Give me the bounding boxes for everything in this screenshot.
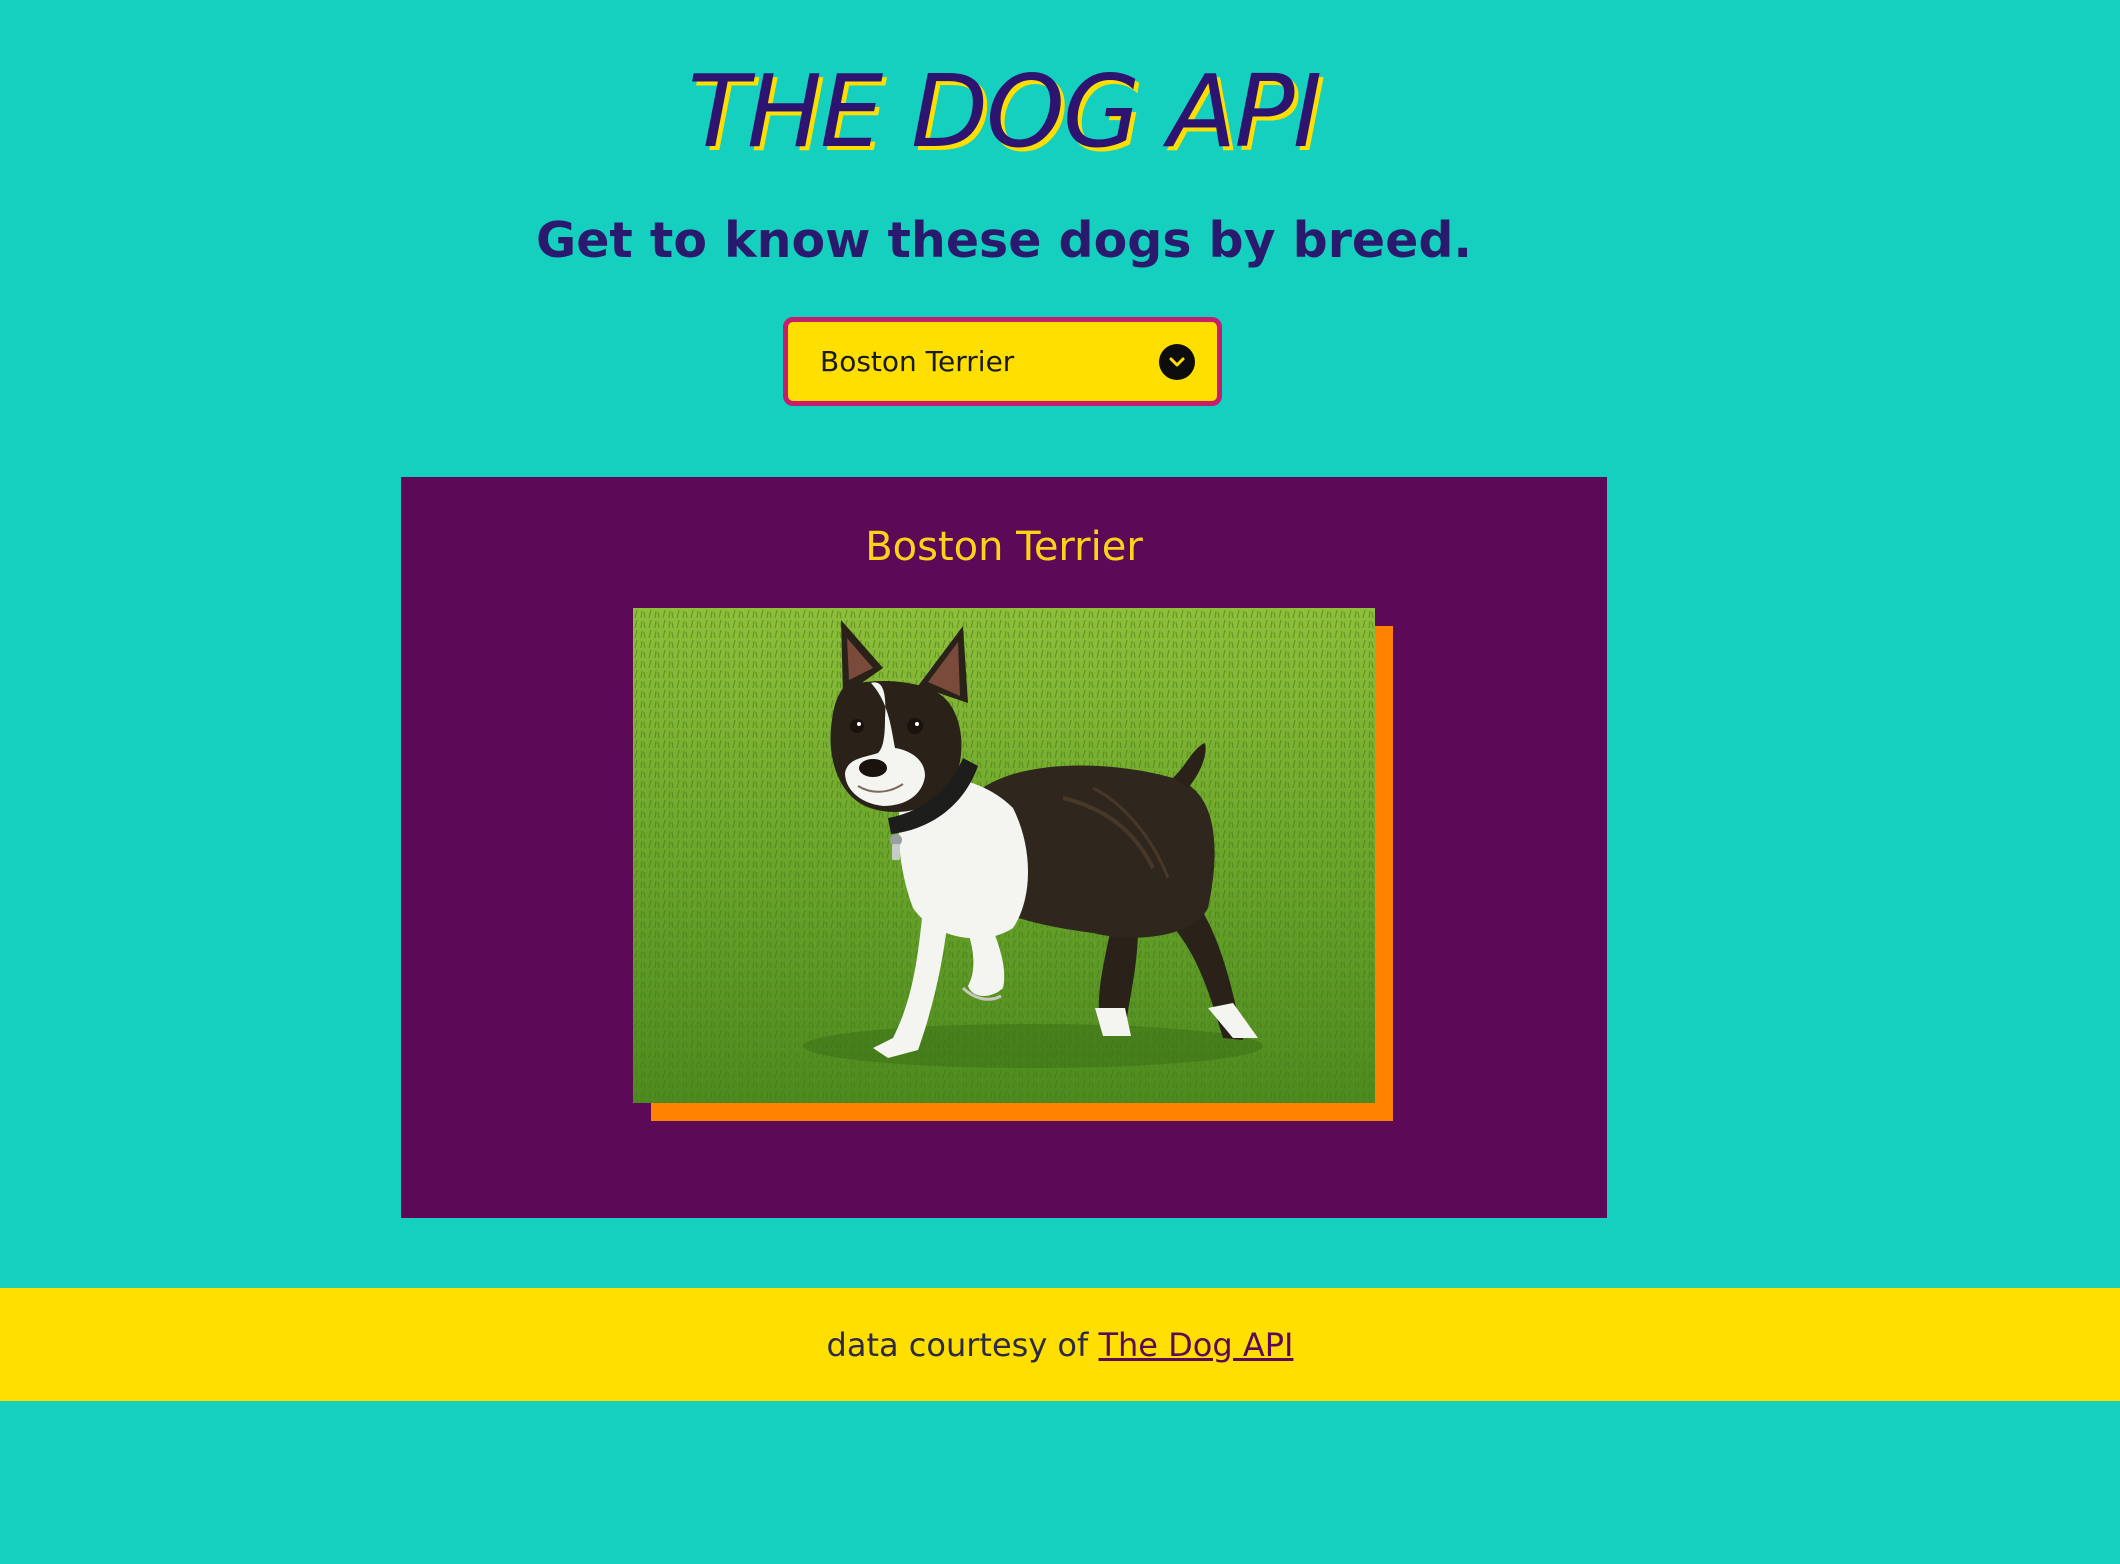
breed-select[interactable]: Boston Terrier — [783, 317, 1222, 406]
footer-credit: data courtesy of The Dog API — [56, 1326, 2064, 1364]
breed-name: Boston Terrier — [865, 524, 1143, 570]
footer: data courtesy of The Dog API — [0, 1288, 2120, 1401]
footer-prefix: data courtesy of — [826, 1325, 1089, 1364]
breed-card: Boston Terrier — [401, 477, 1607, 1218]
page-subtitle: Get to know these dogs by breed. — [535, 212, 1473, 269]
page-title: THE DOG API — [687, 53, 1322, 170]
breed-select-value: Boston Terrier — [820, 345, 1015, 378]
dog-api-link[interactable]: The Dog API — [1098, 1326, 1293, 1364]
dog-photo — [633, 608, 1375, 1103]
chevron-down-icon[interactable] — [1159, 343, 1195, 380]
